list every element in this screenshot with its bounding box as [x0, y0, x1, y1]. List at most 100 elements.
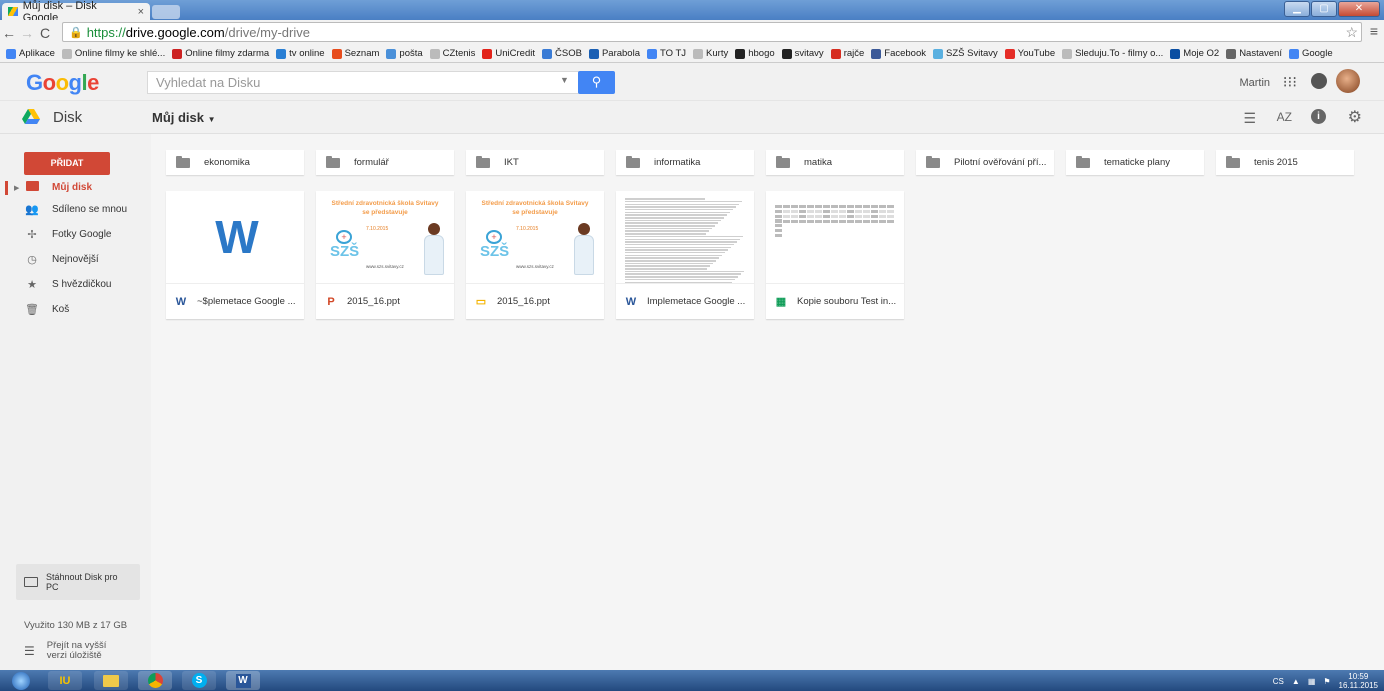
file-name-row[interactable]: W ~$plemetace Google ... [166, 284, 304, 319]
bookmark-item[interactable]: Sleduju.To - filmy o... [1062, 48, 1163, 59]
file-item[interactable]: ▦ Kopie souboru Test in... [766, 191, 904, 319]
bookmark-item[interactable]: YouTube [1004, 48, 1055, 59]
chrome-icon[interactable] [138, 671, 172, 690]
file-item[interactable]: Střední zdravotnická škola Svitavy se pře… [466, 191, 604, 319]
notifications-icon[interactable] [1311, 73, 1327, 89]
sidebar-item-shared[interactable]: 👥 Sdíleno se mnou [0, 198, 151, 220]
folder-item[interactable]: Pilotní ověřování pří... [916, 150, 1054, 175]
bookmark-item[interactable]: Google [1288, 48, 1333, 59]
maximize-icon[interactable]: ▢ [1311, 1, 1337, 17]
sidebar-item-recent[interactable]: ◷ Nejnovější [0, 248, 151, 270]
breadcrumb[interactable]: Můj disk ▼ [152, 110, 216, 125]
bookmark-item[interactable]: Kurty [693, 48, 728, 59]
explorer-icon[interactable] [94, 671, 128, 690]
sidebar-item-my-drive[interactable]: Můj disk [0, 176, 151, 198]
google-logo[interactable]: Google [26, 70, 99, 96]
bookmark-item[interactable]: rajče [830, 48, 864, 59]
language-indicator[interactable]: CS [1273, 677, 1284, 686]
google-header: Google Vyhledat na Disku ▼ ⚲ Martin ⁝⁝⁝ [0, 63, 1384, 101]
browser-tab[interactable]: Můj disk – Disk Google × [2, 0, 150, 24]
sort-az-icon[interactable]: A͏Z [1277, 110, 1292, 124]
info-icon[interactable]: i [1311, 109, 1326, 124]
bookmark-item[interactable]: hbogo [735, 48, 775, 59]
bookmark-item[interactable]: SZŠ Svitavy [933, 48, 998, 59]
bookmark-item[interactable]: Moje O2 [1170, 48, 1219, 59]
bookmark-item[interactable]: TO TJ [646, 48, 686, 59]
folder-item[interactable]: matika [766, 150, 904, 175]
new-tab-button[interactable] [152, 5, 180, 19]
window-close-icon[interactable]: ✕ [1338, 1, 1380, 17]
tab-close-icon[interactable]: × [138, 6, 144, 18]
search-options-icon[interactable]: ▼ [560, 75, 569, 85]
file-item[interactable]: W Implemetace Google ... [616, 191, 754, 319]
reload-icon[interactable]: C [36, 25, 54, 41]
apps-grid-icon[interactable]: ⁝⁝⁝ [1283, 73, 1297, 91]
file-item[interactable]: Střední zdravotnická škola Svitavy se pře… [316, 191, 454, 319]
folder-icon [176, 155, 190, 168]
bookmark-item[interactable]: ČSOB [542, 48, 582, 59]
folder-item[interactable]: informatika [616, 150, 754, 175]
user-name[interactable]: Martin [1239, 77, 1270, 89]
folder-item[interactable]: ekonomika [166, 150, 304, 175]
upgrade-storage-link[interactable]: ☰ Přejít na vyšší verzi úložiště [24, 641, 106, 661]
browser-menu-icon[interactable]: ≡ [1370, 23, 1378, 39]
download-drive-button[interactable]: Stáhnout Disk pro PC [16, 564, 140, 600]
bookmark-item[interactable]: Online filmy ke shlé... [61, 48, 165, 59]
word-taskbar-icon[interactable]: W [226, 671, 260, 690]
app-icon-1[interactable]: IU [48, 671, 82, 690]
avatar[interactable] [1336, 69, 1360, 93]
file-name-row[interactable]: ▦ Kopie souboru Test in... [766, 284, 904, 319]
folder-icon [1076, 155, 1090, 168]
monitor-icon [24, 577, 38, 587]
bookmark-item[interactable]: pošta [386, 48, 423, 59]
bookmark-item[interactable]: UniCredit [482, 48, 535, 59]
file-thumbnail[interactable]: Střední zdravotnická škola Svitavy se pře… [316, 191, 454, 284]
folder-item[interactable]: formulář [316, 150, 454, 175]
new-button[interactable]: PŘIDAT [24, 152, 110, 175]
list-view-icon[interactable]: ☰ [1243, 110, 1256, 127]
forward-icon[interactable]: → [18, 25, 36, 41]
minimize-icon[interactable]: ▁ [1284, 1, 1310, 17]
bookmark-item[interactable]: Aplikace [6, 48, 55, 59]
drive-app-name[interactable]: Disk [53, 109, 82, 126]
folder-item[interactable]: IKT [466, 150, 604, 175]
sidebar-item-starred[interactable]: ★ S hvězdičkou [0, 273, 151, 295]
clock-icon: ◷ [27, 253, 37, 266]
bookmark-item[interactable]: CZtenis [429, 48, 475, 59]
file-name-row[interactable]: ▭ 2015_16.ppt [466, 284, 604, 319]
start-button-icon[interactable] [4, 671, 38, 690]
file-thumbnail[interactable]: Střední zdravotnická škola Svitavy se pře… [466, 191, 604, 284]
bookmark-item[interactable]: Seznam [331, 48, 379, 59]
sidebar-item-trash[interactable]: 🗑 Koš [0, 298, 151, 320]
network-icon[interactable]: ▦ [1308, 677, 1316, 686]
folder-item[interactable]: tenis 2015 [1216, 150, 1354, 175]
slide-url: www.szs.svitavy.cz [516, 264, 554, 269]
action-center-icon[interactable]: ⚑ [1323, 677, 1330, 686]
file-thumbnail[interactable]: W [166, 191, 304, 284]
search-button[interactable]: ⚲ [578, 71, 615, 94]
bookmark-star-icon[interactable]: ☆ [1345, 24, 1358, 41]
bookmark-item[interactable]: tv online [276, 48, 325, 59]
bookmark-favicon-icon [735, 48, 746, 59]
gear-icon[interactable]: ⚙ [1348, 107, 1362, 127]
bookmark-item[interactable]: Online filmy zdarma [172, 48, 269, 59]
bookmark-item[interactable]: Nastavení [1226, 48, 1282, 59]
search-input[interactable]: Vyhledat na Disku [147, 71, 579, 94]
back-icon[interactable]: ← [0, 25, 18, 41]
bookmark-item[interactable]: svitavy [781, 48, 824, 59]
file-name-row[interactable]: P 2015_16.ppt [316, 284, 454, 319]
clock[interactable]: 10:59 16.11.2015 [1339, 672, 1378, 690]
bookmark-item[interactable]: Facebook [871, 48, 926, 59]
url-bar[interactable]: 🔒 https:// drive.google.com /drive/my-dr… [62, 22, 1362, 42]
sidebar-item-photos[interactable]: ✢ Fotky Google [0, 223, 151, 245]
star-icon: ★ [27, 278, 37, 291]
file-item[interactable]: W W ~$plemetace Google ... [166, 191, 304, 319]
windows-taskbar: IU S W CS ▲ ▦ ⚑ 10:59 16.11.2015 [0, 670, 1384, 691]
tray-expand-icon[interactable]: ▲ [1292, 677, 1300, 686]
file-name-row[interactable]: W Implemetace Google ... [616, 284, 754, 319]
bookmark-item[interactable]: Parabola [588, 48, 640, 59]
skype-icon[interactable]: S [182, 671, 216, 690]
file-thumbnail[interactable] [766, 191, 904, 284]
folder-item[interactable]: tematicke plany [1066, 150, 1204, 175]
file-thumbnail[interactable] [616, 191, 754, 284]
